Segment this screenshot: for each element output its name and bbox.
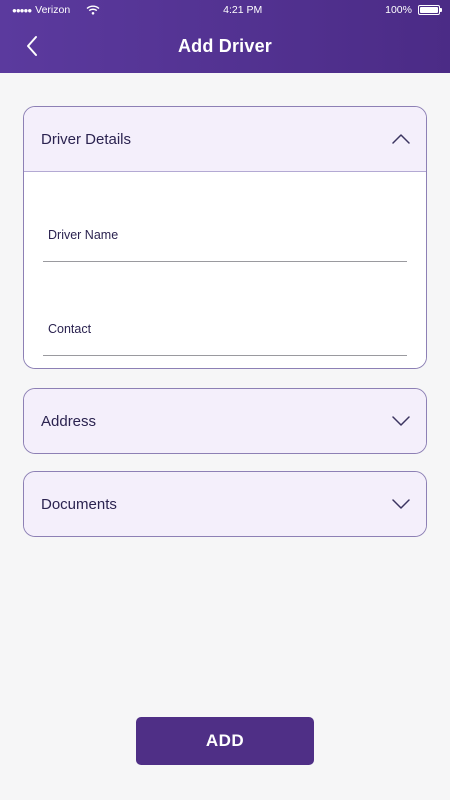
address-header[interactable]: Address <box>24 389 426 453</box>
contact-label: Contact <box>48 322 92 336</box>
driver-name-label: Driver Name <box>48 228 119 242</box>
chevron-down-icon <box>392 412 410 430</box>
driver-name-field-group: Driver Name <box>43 228 407 262</box>
clock: 4:21 PM <box>223 4 263 16</box>
status-right: 100% <box>385 4 442 16</box>
carrier-label: Verizon <box>35 4 71 16</box>
back-button[interactable] <box>20 34 44 58</box>
battery-percentage: 100% <box>385 4 412 16</box>
chevron-down-icon <box>392 495 410 513</box>
documents-title: Documents <box>41 495 117 513</box>
status-left: ●●●●● Verizon <box>12 4 100 16</box>
status-bar: ●●●●● Verizon 4:21 PM 100% <box>0 0 450 20</box>
app-bar: Add Driver <box>0 20 450 73</box>
driver-details-header[interactable]: Driver Details <box>24 107 426 171</box>
contact-input[interactable] <box>43 338 407 356</box>
signal-icon: ●●●●● <box>12 5 32 15</box>
driver-details-section: Driver Details Driver Name Contact <box>23 106 427 369</box>
contact-field-group: Contact <box>43 322 407 356</box>
driver-details-title: Driver Details <box>41 130 132 148</box>
add-button[interactable]: ADD <box>136 717 314 765</box>
address-title: Address <box>41 412 97 430</box>
wifi-icon <box>86 5 100 15</box>
chevron-up-icon <box>392 130 410 148</box>
page-title: Add Driver <box>177 36 273 56</box>
chevron-left-icon <box>27 36 37 56</box>
documents-section: Documents <box>23 471 427 537</box>
address-section: Address <box>23 388 427 454</box>
battery-icon <box>417 5 442 15</box>
driver-details-body: Driver Name Contact <box>24 171 426 368</box>
documents-header[interactable]: Documents <box>24 472 426 536</box>
app-header: ●●●●● Verizon 4:21 PM 100% Add Driver <box>0 0 450 73</box>
driver-name-input[interactable] <box>43 244 407 262</box>
